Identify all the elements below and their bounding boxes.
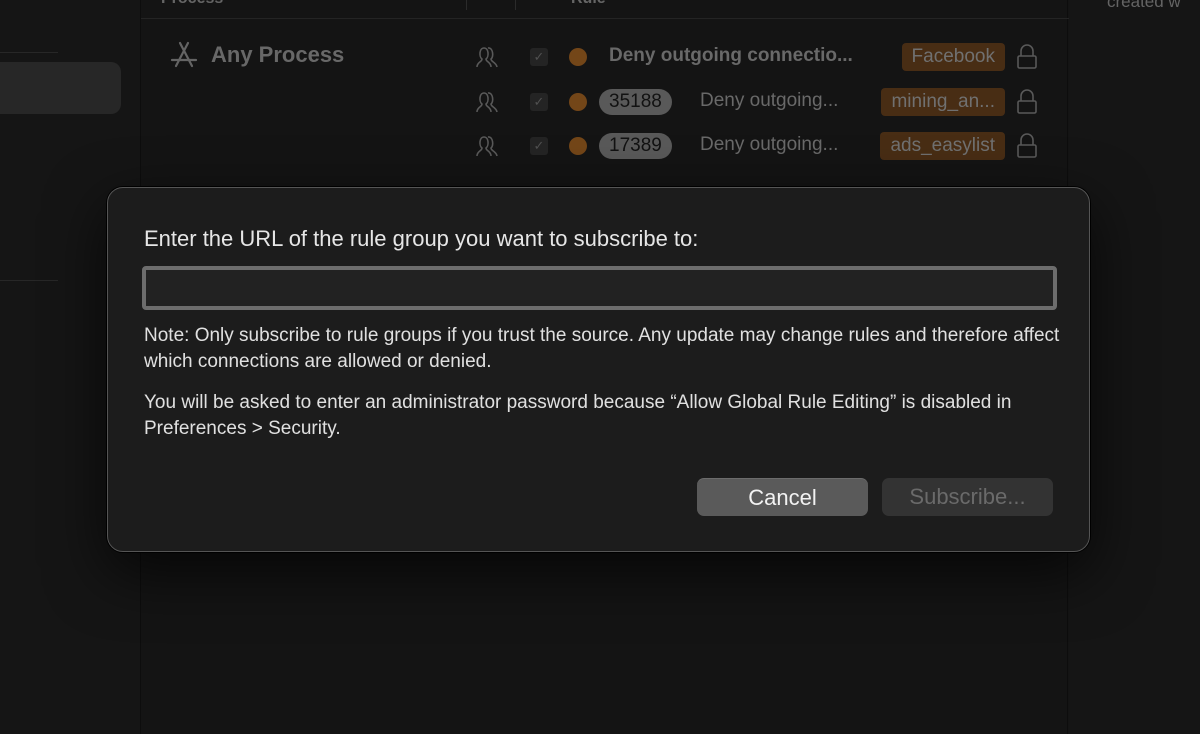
dialog-prompt: Enter the URL of the rule group you want…: [144, 226, 699, 251]
url-input[interactable]: [142, 266, 1057, 310]
trust-note: Note: Only subscribe to rule groups if y…: [144, 325, 1060, 372]
subscribe-dialog: Enter the URL of the rule group you want…: [107, 187, 1090, 552]
cancel-button[interactable]: Cancel: [697, 478, 868, 516]
app-window: Process Rule Any Process ✓Deny outgoing …: [0, 0, 1200, 734]
subscribe-button[interactable]: Subscribe...: [882, 478, 1053, 516]
admin-password-note: You will be asked to enter an administra…: [144, 392, 1012, 439]
